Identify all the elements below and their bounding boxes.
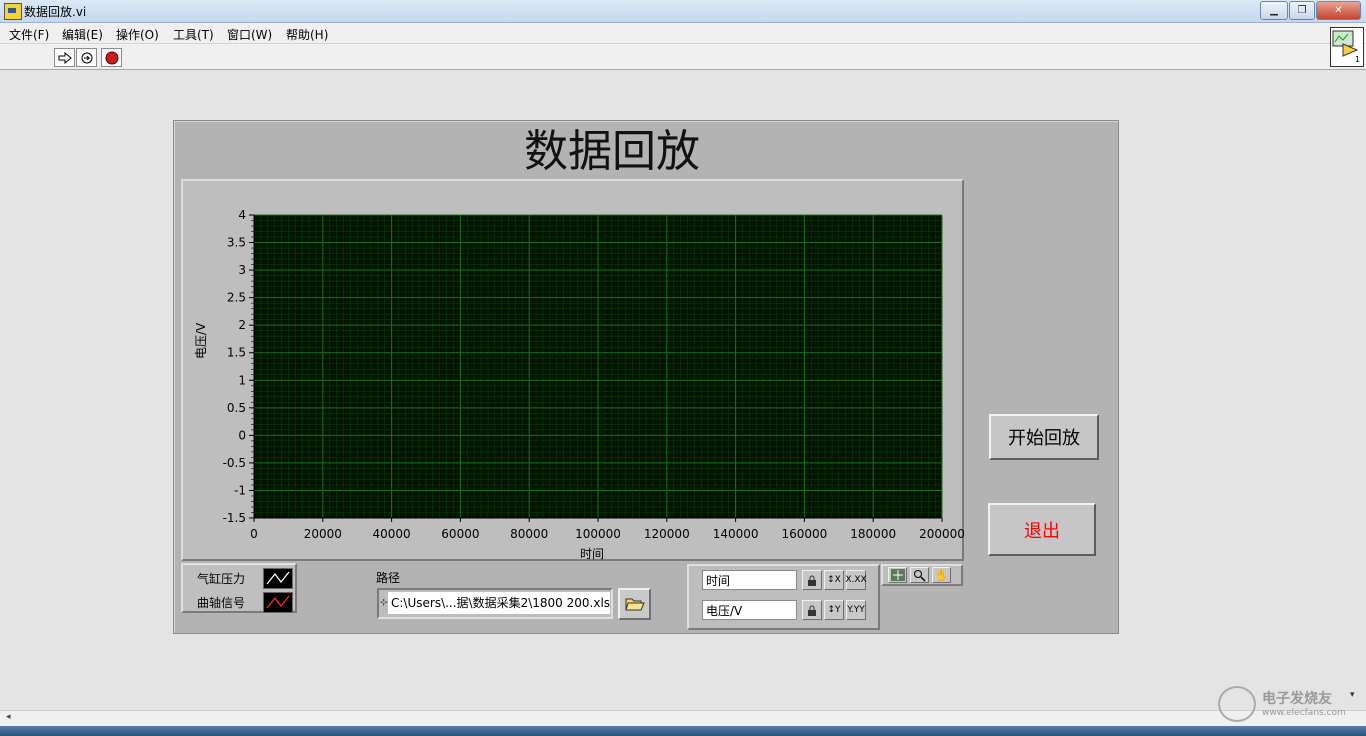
x-tick-label: 140000: [713, 527, 759, 541]
x-autoscale-icon[interactable]: ↕X: [824, 570, 844, 590]
x-tick-label: 160000: [781, 527, 827, 541]
run-continuous-icon[interactable]: [76, 48, 97, 67]
menu-tools[interactable]: 工具(T): [173, 26, 214, 43]
graph-palette: ✋: [881, 564, 963, 586]
x-tick-label: 180000: [850, 527, 896, 541]
vi-connector-icon: 1: [1330, 27, 1364, 67]
y-tick-label: 3.5: [227, 236, 246, 250]
start-playback-button[interactable]: 开始回放: [989, 414, 1099, 460]
path-type-icon: ⊹: [380, 598, 388, 608]
y-tick-label: -1.5: [223, 511, 246, 525]
window-title: 数据回放.vi: [24, 5, 87, 19]
cursor-crosshair-icon[interactable]: [888, 567, 907, 583]
x-scale-name-field[interactable]: 时间: [702, 570, 797, 590]
x-tick-label: 100000: [575, 527, 621, 541]
plot-legend[interactable]: 气缸压力 曲轴信号: [181, 563, 297, 613]
menubar: 文件(F) 编辑(E) 操作(O) 工具(T) 窗口(W) 帮助(H): [0, 23, 1366, 44]
toolbar: [0, 44, 1366, 70]
path-input[interactable]: C:\Users\...据\数据采集2\1800 200.xlsx: [388, 592, 610, 614]
close-button[interactable]: ✕: [1316, 1, 1361, 20]
y-tick-label: 3: [238, 263, 246, 277]
y-tick-label: 2.5: [227, 291, 246, 305]
menu-file[interactable]: 文件(F): [9, 26, 49, 43]
y-autoscale-icon[interactable]: ↕Y: [824, 600, 844, 620]
x-format-button[interactable]: X.XX: [845, 570, 867, 590]
y-tick-label: 0: [238, 428, 246, 442]
legend-swatch-crank-signal[interactable]: [263, 592, 293, 613]
y-format-button[interactable]: Y.YY: [846, 600, 866, 620]
labview-vi-icon: [4, 3, 22, 20]
watermark-logo-icon: [1218, 686, 1256, 722]
browse-folder-button[interactable]: [618, 588, 651, 620]
y-tick-label: 0.5: [227, 401, 246, 415]
abort-icon[interactable]: [101, 48, 122, 67]
folder-open-icon: [624, 598, 645, 611]
legend-label-cylinder-pressure: 气缸压力: [197, 572, 246, 586]
legend-label-crank-signal: 曲轴信号: [197, 596, 246, 610]
pan-hand-icon[interactable]: ✋: [932, 567, 951, 583]
menu-help[interactable]: 帮助(H): [286, 26, 328, 43]
x-scale-lock-icon[interactable]: [802, 570, 822, 590]
horizontal-scrollbar[interactable]: ◂: [0, 710, 1366, 727]
run-arrow-icon[interactable]: [54, 48, 75, 67]
watermark-url: www.elecfans.com: [1262, 708, 1346, 718]
x-tick-label: 80000: [510, 527, 548, 541]
svg-text:1: 1: [1355, 55, 1360, 64]
x-tick-label: 200000: [919, 527, 965, 541]
x-tick-label: 60000: [441, 527, 479, 541]
path-label: 路径: [376, 571, 401, 585]
path-control: ⊹ C:\Users\...据\数据采集2\1800 200.xlsx: [377, 588, 613, 619]
minimize-button[interactable]: ▁: [1260, 1, 1288, 20]
y-tick-label: -0.5: [223, 456, 246, 470]
x-tick-label: 0: [250, 527, 258, 541]
zoom-icon[interactable]: [910, 567, 929, 583]
y-scale-name-field[interactable]: 电压/V: [702, 600, 797, 620]
y-tick-label: 1: [238, 373, 246, 387]
front-panel: 数据回放 0 20000 40000 60000 80000 100000 120000 14…: [173, 120, 1119, 634]
menu-operate[interactable]: 操作(O): [116, 26, 159, 43]
x-tick-label: 40000: [373, 527, 411, 541]
windows-taskbar: [0, 726, 1366, 736]
menu-window[interactable]: 窗口(W): [227, 26, 272, 43]
x-tick-label: 20000: [304, 527, 342, 541]
y-tick-label: -1: [234, 483, 246, 497]
restore-button[interactable]: ❐: [1289, 1, 1315, 20]
scale-legend: 时间 ↕X X.XX 电压/V ↕Y Y.YY: [687, 564, 880, 630]
y-tick-label: 1.5: [227, 346, 246, 360]
exit-button[interactable]: 退出: [988, 503, 1096, 556]
watermark-text: 电子发烧友: [1262, 691, 1332, 707]
legend-swatch-cylinder-pressure[interactable]: [263, 568, 293, 589]
x-tick-label: 120000: [644, 527, 690, 541]
menu-edit[interactable]: 编辑(E): [62, 26, 103, 43]
y-tick-label: 2: [238, 318, 246, 332]
chart-svg: 0 20000 40000 60000 80000 100000 120000 140000 1…: [223, 208, 965, 541]
window-titlebar: 数据回放.vi ▁ ❐ ✕: [0, 0, 1366, 23]
y-tick-label: 4: [238, 208, 246, 222]
scroll-down-icon[interactable]: ▾: [1350, 690, 1364, 710]
y-scale-lock-icon[interactable]: [802, 600, 822, 620]
y-axis-label: 电压/V: [194, 322, 208, 359]
scroll-left-icon[interactable]: ◂: [6, 712, 11, 722]
x-axis-label: 时间: [580, 547, 605, 561]
